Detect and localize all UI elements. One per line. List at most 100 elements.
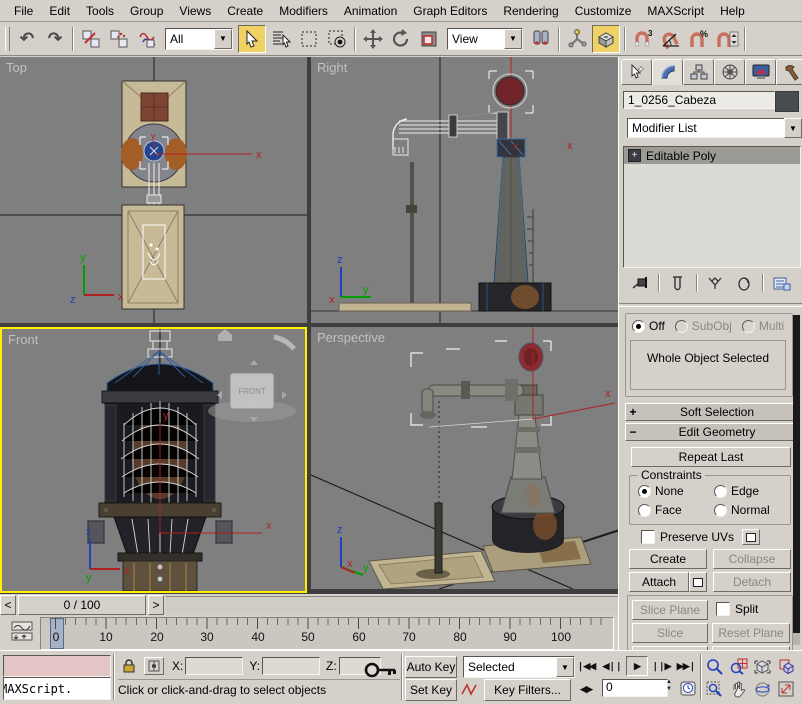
maximize-viewport-toggle[interactable] (776, 679, 797, 699)
time-configuration-button[interactable] (678, 678, 699, 698)
unlink-selection-button[interactable] (106, 26, 132, 52)
bind-to-space-warp-button[interactable] (134, 26, 160, 52)
pin-stack-button[interactable] (629, 273, 651, 293)
time-next-arrow[interactable]: > (148, 595, 164, 615)
viewport-right[interactable]: Right (311, 57, 618, 323)
zoom-region-button[interactable] (704, 679, 725, 699)
menu-file[interactable]: File (6, 2, 41, 20)
previous-frame-button[interactable]: ◀❘❘ (602, 657, 622, 675)
menu-graph-editors[interactable]: Graph Editors (405, 2, 495, 20)
key-mode-toggle[interactable]: ◀▶ (576, 680, 596, 698)
viewcube-face-label[interactable]: FRONT (238, 387, 266, 396)
viewport-right-label[interactable]: Right (317, 60, 347, 75)
viewport-top[interactable]: Top (0, 57, 307, 323)
viewport-front[interactable]: Front (0, 327, 307, 593)
tab-hierarchy[interactable] (683, 59, 714, 85)
preserve-uvs-checkbox[interactable] (641, 530, 655, 544)
select-by-name-button[interactable] (268, 26, 294, 52)
expand-icon[interactable]: + (628, 149, 641, 162)
open-mini-curve-editor-button[interactable] (10, 619, 34, 643)
viewcube-widget[interactable]: FRONT (208, 329, 296, 422)
undo-button[interactable]: ↶ (14, 26, 40, 52)
zoom-extents-all-button[interactable] (776, 656, 797, 676)
time-prev-arrow[interactable]: < (0, 595, 16, 615)
tab-display[interactable] (745, 59, 776, 85)
dropdown-arrow-icon[interactable]: ▼ (214, 29, 232, 49)
keyboard-shortcut-override-toggle[interactable] (592, 25, 620, 53)
attach-list-button[interactable] (689, 572, 707, 592)
selection-filter-dropdown[interactable]: All▼ (165, 28, 233, 50)
reference-coordinate-dropdown[interactable]: View▼ (447, 28, 523, 50)
percent-snap-toggle-button[interactable]: % (686, 26, 712, 52)
track-bar-ruler[interactable]: 0 10 20 30 40 50 60 70 80 90 100 (40, 617, 614, 650)
attach-button[interactable]: Attach (629, 572, 689, 592)
slice-button[interactable]: Slice (632, 623, 708, 643)
frame-number-field[interactable]: 0 (602, 679, 668, 697)
tab-utilities[interactable] (776, 59, 802, 85)
window-crossing-button[interactable] (324, 26, 350, 52)
viewport-top-label[interactable]: Top (6, 60, 27, 75)
select-and-scale-button[interactable] (416, 26, 442, 52)
use-pivot-point-center-button[interactable] (528, 26, 554, 52)
selection-lock-toggle[interactable] (120, 657, 138, 675)
slice-plane-button[interactable]: Slice Plane (632, 600, 708, 620)
select-and-link-button[interactable] (78, 26, 104, 52)
split-checkbox[interactable] (716, 602, 730, 616)
go-to-end-button[interactable]: ▶▶❘ (676, 657, 696, 675)
time-slider-track[interactable] (166, 596, 618, 615)
preserve-uvs-settings-button[interactable] (742, 529, 760, 545)
show-end-result-button[interactable] (667, 273, 689, 293)
default-tangent-button[interactable] (459, 679, 479, 699)
angle-snap-toggle-button[interactable] (658, 26, 684, 52)
zoom-extents-button[interactable] (752, 656, 773, 676)
constraint-normal-radio[interactable]: Normal (714, 503, 770, 517)
viewport-perspective[interactable]: Perspective (311, 327, 618, 589)
constraint-none-radio[interactable]: None (638, 484, 684, 498)
repeat-last-button[interactable]: Repeat Last (631, 447, 791, 467)
menu-edit[interactable]: Edit (41, 2, 78, 20)
preview-multi-radio[interactable]: Multi (742, 319, 784, 333)
make-unique-button[interactable] (704, 273, 726, 293)
x-coordinate-field[interactable] (185, 657, 243, 675)
maxscript-listener-pink[interactable] (3, 655, 111, 677)
object-name-field[interactable]: 1_0256_Cabeza (623, 91, 775, 109)
tab-create[interactable] (621, 59, 652, 85)
select-and-rotate-button[interactable] (388, 26, 414, 52)
spinner-snap-toggle-button[interactable] (714, 26, 740, 52)
create-button[interactable]: Create (629, 549, 707, 569)
frame-spinner[interactable]: ▲▼ (666, 679, 672, 693)
dropdown-arrow-icon[interactable]: ▼ (556, 657, 574, 677)
menu-animation[interactable]: Animation (336, 2, 405, 20)
selection-set-dropdown[interactable]: Selected▼ (463, 656, 575, 678)
remove-modifier-button[interactable] (733, 273, 755, 293)
zoom-button[interactable] (704, 656, 725, 676)
rectangular-selection-region-button[interactable] (296, 26, 322, 52)
select-and-move-button[interactable] (360, 26, 386, 52)
y-coordinate-field[interactable] (262, 657, 320, 675)
menu-tools[interactable]: Tools (78, 2, 122, 20)
tab-modify[interactable] (652, 59, 683, 85)
modifier-list-dropdown[interactable]: Modifier List▼ (627, 118, 802, 138)
snaps-toggle-3d-button[interactable]: 3 (630, 26, 656, 52)
detach-button[interactable]: Detach (713, 572, 791, 592)
set-keys-button[interactable] (364, 659, 398, 681)
menu-views[interactable]: Views (171, 2, 219, 20)
play-button[interactable]: ▶ (626, 656, 648, 676)
arc-rotate-button[interactable] (752, 679, 773, 699)
reset-plane-button[interactable]: Reset Plane (712, 623, 790, 643)
viewport-perspective-label[interactable]: Perspective (317, 330, 385, 345)
tab-motion[interactable] (714, 59, 745, 85)
auto-key-button[interactable]: Auto Key (405, 656, 457, 678)
key-filters-button[interactable]: Key Filters... (484, 679, 571, 701)
pan-button[interactable] (728, 679, 749, 699)
set-key-button[interactable]: Set Key (405, 679, 457, 701)
go-to-start-button[interactable]: ❘◀◀ (576, 657, 596, 675)
menu-customize[interactable]: Customize (567, 2, 640, 20)
dropdown-arrow-icon[interactable]: ▼ (504, 29, 522, 49)
rollout-soft-selection[interactable]: +Soft Selection (625, 403, 795, 421)
time-slider-button[interactable]: 0 / 100 (18, 595, 146, 615)
next-frame-button[interactable]: ❘❘▶ (651, 657, 671, 675)
panel-scrollbar[interactable] (793, 315, 800, 645)
stack-item-editable-poly[interactable]: +Editable Poly (624, 147, 800, 164)
menu-modifiers[interactable]: Modifiers (271, 2, 336, 20)
